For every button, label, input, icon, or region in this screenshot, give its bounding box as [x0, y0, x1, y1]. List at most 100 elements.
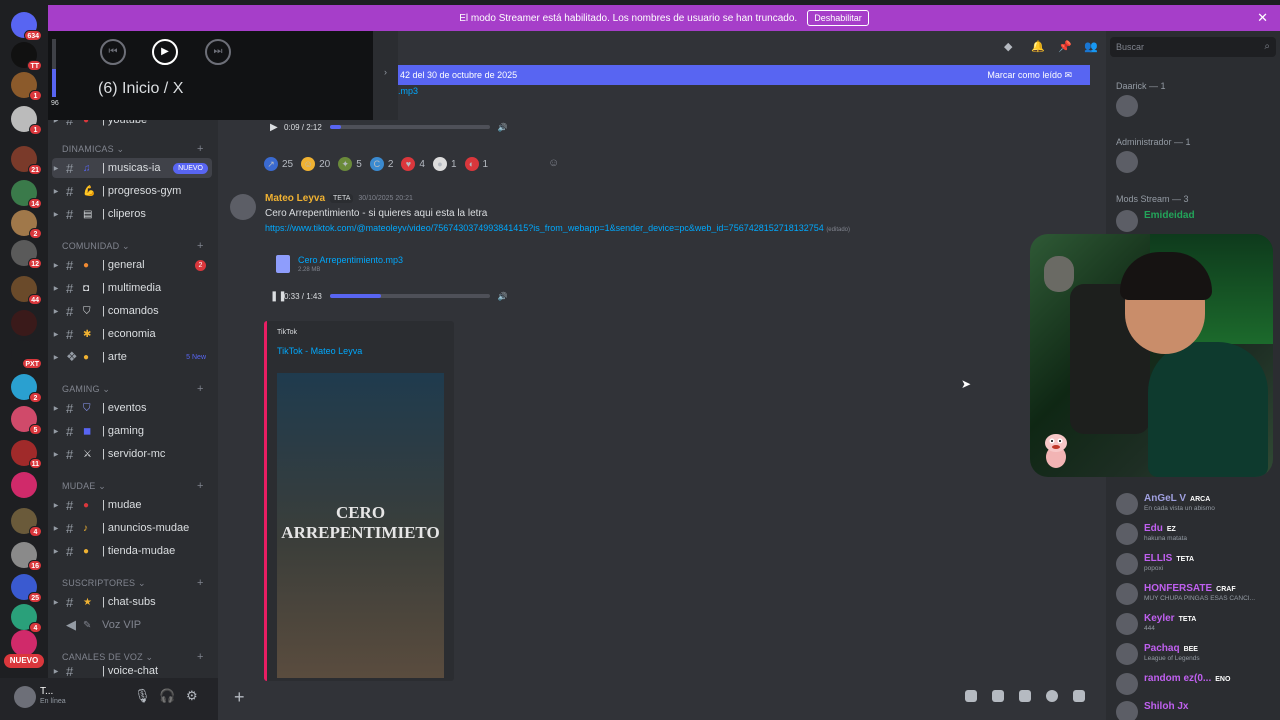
server-icon[interactable]: PXT [11, 340, 42, 369]
volume-icon[interactable]: 🔊 [498, 292, 508, 301]
member-item[interactable] [1114, 93, 1276, 119]
add-channel-icon[interactable]: + [197, 240, 204, 252]
server-icon[interactable]: 25 [11, 574, 42, 603]
reaction-chip[interactable]: ● 1 [432, 153, 457, 175]
channel-comandos[interactable]: ▶ # ⛉ | comandos [52, 301, 212, 321]
member-item[interactable]: Keyler TETA 444 [1114, 611, 1276, 637]
volume-bar[interactable] [52, 39, 56, 97]
thread-icon[interactable]: ◆ [1004, 40, 1012, 53]
members-icon[interactable]: 👥 [1084, 40, 1098, 53]
previous-attachment-name[interactable]: .mp3 [398, 86, 418, 96]
next-track-icon[interactable]: ⏭ [205, 39, 231, 65]
channel-tienda-mudae[interactable]: ▶ # ● | tienda-mudae [52, 541, 212, 561]
member-item[interactable] [1114, 149, 1276, 175]
channel-musicas-ia[interactable]: ▶ # ♫ | musicas-ia NUEVO [52, 158, 212, 178]
add-channel-icon[interactable]: + [197, 143, 204, 155]
search-input[interactable]: Buscar ⌕ [1110, 37, 1276, 57]
server-icon[interactable]: TT [11, 42, 42, 71]
category-voz[interactable]: CANALES DE VOZ ⌄ + [62, 651, 203, 663]
server-icon[interactable] [11, 310, 37, 336]
channel-voice-chat[interactable]: ▶ # | voice-chat [52, 665, 212, 677]
headphones-icon[interactable]: 🎧 [159, 688, 175, 704]
emoji-icon[interactable] [1046, 690, 1058, 702]
category-gaming[interactable]: GAMING ⌄ + [62, 383, 203, 395]
add-channel-icon[interactable]: + [197, 383, 204, 395]
channel-cliperos[interactable]: ▶ # ▤ | cliperos [52, 204, 212, 224]
server-icon[interactable]: 1 [11, 72, 42, 101]
reaction-chip[interactable]: C2 [369, 153, 393, 175]
avatar[interactable] [230, 194, 256, 220]
channel-economia[interactable]: ▶ # ✱ | economia [52, 324, 212, 344]
message-composer[interactable]: + [218, 679, 1106, 719]
member-item[interactable]: HONFERSATE CRAF MUY CHUPA PINGAS ESAS CANC… [1114, 581, 1276, 607]
member-item[interactable]: Shiloh Jx [1114, 699, 1276, 720]
category-suscriptores[interactable]: SUSCRIPTORES ⌄ + [62, 577, 203, 589]
embed-video[interactable]: CERO ARREPENTIMIETO [277, 373, 444, 678]
add-channel-icon[interactable]: + [197, 577, 204, 589]
apps-icon[interactable] [1073, 690, 1085, 702]
channel-chat-subs[interactable]: ▶ # ★ | chat-subs [52, 592, 212, 612]
channel-anuncios-mudae[interactable]: ▶ # ♪ | anuncios-mudae [52, 518, 212, 538]
channel-voz-vip[interactable]: ◀ ✎ Voz VIP [52, 615, 212, 635]
sticker-icon[interactable] [1019, 690, 1031, 702]
server-icon[interactable]: 5 [11, 406, 42, 435]
server-icon[interactable]: 4 [11, 508, 42, 537]
message-link[interactable]: https://www.tiktok.com/@mateoleyv/video/… [265, 223, 965, 233]
member-item[interactable]: Pachaq BEE League of Legends [1114, 641, 1276, 667]
unread-bar[interactable]: 42 del 30 de octubre de 2025 Marcar como… [398, 65, 1090, 85]
add-channel-icon[interactable]: + [197, 651, 204, 663]
member-item[interactable]: ELLIS TETA popoxi [1114, 551, 1276, 577]
reaction-chip[interactable]: ↗ 25 [264, 153, 293, 175]
audio-progress[interactable] [329, 294, 490, 298]
server-icon[interactable] [11, 472, 37, 498]
server-icon[interactable]: 634 [11, 12, 42, 41]
server-icon[interactable]: 1 [11, 106, 42, 135]
server-icon[interactable]: 4 [11, 604, 42, 633]
close-icon[interactable]: ✕ [1257, 10, 1268, 26]
channel-mudae[interactable]: ▶ # ● | mudae [52, 495, 212, 515]
category-mudae[interactable]: MUDAE ⌄ + [62, 480, 203, 492]
embed-provider[interactable]: TikTok [277, 329, 297, 336]
member-item[interactable]: Edu EZ hakuna matata [1114, 521, 1276, 547]
add-reaction-icon[interactable]: ☺ [548, 157, 559, 169]
category-dinamicas[interactable]: DINAMICAS ⌄ + [62, 143, 203, 155]
previous-track-icon[interactable]: ⏮ [100, 39, 126, 65]
avatar[interactable] [14, 686, 36, 708]
pin-icon[interactable]: 📌 [1058, 40, 1072, 53]
play-button[interactable]: ▶ [152, 39, 178, 65]
member-item[interactable]: Emideidad [1114, 208, 1276, 234]
server-icon[interactable]: 2 [11, 374, 42, 403]
server-icon[interactable]: 16 [11, 542, 42, 571]
message-author[interactable]: Mateo Leyva [265, 193, 325, 204]
microphone-icon[interactable]: 🎙 [134, 688, 151, 704]
volume-icon[interactable]: 🔊 [498, 123, 508, 132]
member-item[interactable]: AnGeL V ARCA En cada vista un abismo [1114, 491, 1276, 517]
reaction-chip[interactable]: ◐ 1 [464, 153, 488, 175]
expand-icon[interactable]: › [373, 25, 398, 120]
channel-servidor-mc[interactable]: ▶ # ⚔ | servidor-mc [52, 444, 212, 464]
embed-title[interactable]: TikTok - Mateo Leyva [277, 346, 362, 356]
reaction-chip[interactable]: ✦ 5 [338, 153, 362, 175]
server-icon[interactable]: 12 [11, 240, 42, 269]
add-attachment-icon[interactable]: + [234, 687, 245, 708]
reaction-chip[interactable]: ♥ 4 [401, 153, 425, 175]
bell-icon[interactable]: 🔔 [1031, 40, 1045, 53]
server-icon[interactable]: 14 [11, 180, 42, 209]
channel-multimedia[interactable]: ▶ # ◘ | multimedia [52, 278, 212, 298]
server-icon[interactable] [11, 630, 37, 656]
category-comunidad[interactable]: COMUNIDAD ⌄ + [62, 240, 203, 252]
mark-as-read-button[interactable]: Marcar como leído ✉ [987, 65, 1072, 85]
disable-streamer-button[interactable]: Deshabilitar [807, 10, 869, 26]
play-icon[interactable]: ▶ [270, 122, 284, 133]
channel-progresos-gym[interactable]: ▶ # 💪 | progresos-gym [52, 181, 212, 201]
audio-progress[interactable] [329, 125, 490, 129]
channel-arte[interactable]: ▶ ❖ ● | arte 5 New [52, 347, 212, 367]
gif-icon[interactable] [992, 690, 1004, 702]
reaction-chip[interactable]: ☺ 20 [301, 153, 330, 175]
server-icon[interactable]: 21 [11, 146, 42, 175]
channel-general[interactable]: ▶ # ● | general 2 [52, 255, 212, 275]
gift-icon[interactable] [965, 690, 977, 702]
member-item[interactable]: random ez(0... ENO [1114, 671, 1276, 697]
channel-eventos[interactable]: ▶ # ⛉ | eventos [52, 398, 212, 418]
server-icon[interactable]: 44 [11, 276, 42, 305]
